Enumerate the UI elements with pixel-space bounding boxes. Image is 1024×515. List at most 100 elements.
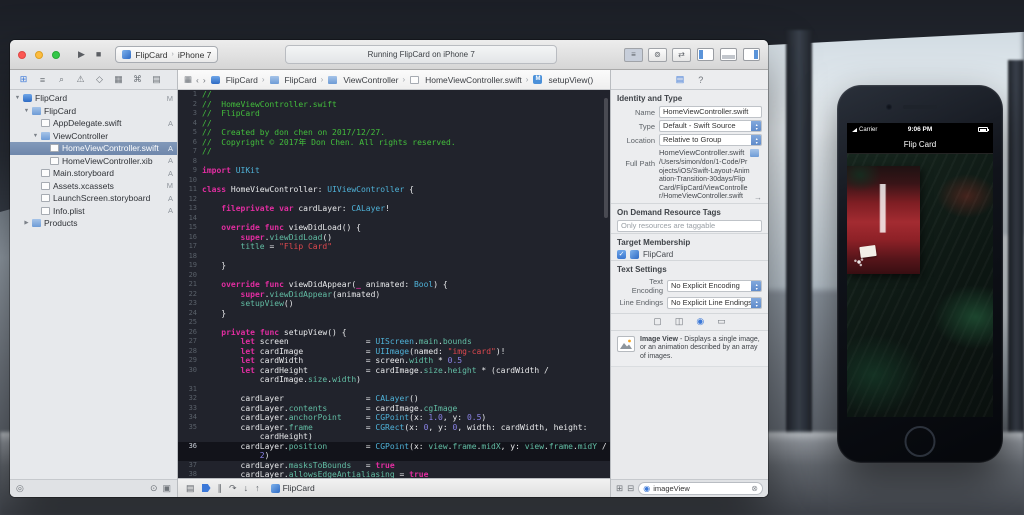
code-line[interactable]: 20	[178, 271, 610, 281]
code-line[interactable]: 9 import UIKit	[178, 166, 610, 176]
disclosure-triangle-icon[interactable]: ▶	[22, 220, 31, 226]
code-line[interactable]: 26 private func setupView() {	[178, 328, 610, 338]
navigator-row-flipcard[interactable]: ▼ FlipCard	[10, 105, 177, 118]
code-line[interactable]: 2)	[178, 451, 610, 461]
zoom-window-button[interactable]	[52, 50, 60, 59]
disclosure-triangle-icon[interactable]: ▼	[22, 108, 31, 114]
name-field[interactable]: HomeViewController.swift	[659, 106, 762, 118]
minimize-window-button[interactable]	[35, 50, 43, 59]
object-library-icon[interactable]: ◉	[696, 316, 704, 327]
jumpbar-crumb[interactable]: ViewController	[327, 75, 398, 85]
test-navigator-icon[interactable]: ◇	[90, 74, 109, 85]
debug-process-selector[interactable]: FlipCard	[270, 483, 315, 493]
code-line[interactable]: 22 super.viewDidAppear(animated)	[178, 290, 610, 300]
flip-card-image[interactable]	[847, 166, 920, 274]
code-line[interactable]: 4//	[178, 119, 610, 129]
quick-help-tab-icon[interactable]: ?	[698, 75, 703, 85]
navigator-row-viewcontroller[interactable]: ▼ ViewController	[10, 130, 177, 143]
code-line[interactable]: 19 }	[178, 261, 610, 271]
code-line[interactable]: 6// Copyright © 2017年 Don Chen. All righ…	[178, 138, 610, 148]
toggle-debug-area-button[interactable]	[720, 48, 738, 61]
pause-button-icon[interactable]: ∥	[218, 483, 223, 494]
debug-navigator-icon[interactable]: ▦	[109, 74, 128, 85]
standard-editor-button[interactable]: ≡	[624, 47, 644, 62]
code-line[interactable]: 37 cardLayer.masksToBounds = true	[178, 461, 610, 471]
issue-navigator-icon[interactable]: ⚠	[71, 74, 90, 85]
navigator-row-homeviewcontroller-swift[interactable]: HomeViewController.swift A	[10, 142, 177, 155]
code-line[interactable]: cardImage.size.width)	[178, 375, 610, 385]
version-editor-button[interactable]: ⇄	[672, 47, 692, 62]
code-line[interactable]: 1//	[178, 90, 610, 100]
jumpbar-crumb[interactable]: HomeViewController.swift	[409, 75, 522, 85]
jumpbar-crumb[interactable]: FlipCard	[269, 75, 317, 85]
code-line[interactable]: 38 cardLayer.allowsEdgeAntialiasing = tr…	[178, 470, 610, 478]
find-navigator-icon[interactable]: ⌕	[52, 74, 71, 85]
snippet-library-icon[interactable]: ◫	[675, 316, 684, 327]
code-line[interactable]: 32 cardLayer = CALayer()	[178, 394, 610, 404]
code-line[interactable]: 28 let cardImage = UIImage(named: "img-c…	[178, 347, 610, 357]
code-line[interactable]: 25	[178, 318, 610, 328]
go-back-button[interactable]: ‹	[196, 75, 199, 85]
stop-button[interactable]: ■	[93, 48, 104, 61]
code-line[interactable]: 12	[178, 195, 610, 205]
breakpoints-toggle-icon[interactable]	[201, 484, 211, 492]
navigator-row-main-storyboard[interactable]: Main.storyboard A	[10, 167, 177, 180]
code-line[interactable]: 18	[178, 252, 610, 262]
report-navigator-icon[interactable]: ▤	[147, 74, 166, 85]
editor-scrollbar[interactable]	[604, 98, 608, 218]
text-encoding-dropdown[interactable]: No Explicit Encoding	[667, 279, 762, 292]
symbol-navigator-icon[interactable]: ≡	[33, 75, 52, 85]
code-line[interactable]: 8	[178, 157, 610, 167]
code-line[interactable]: 16 super.viewDidLoad()	[178, 233, 610, 243]
code-line[interactable]: 3// FlipCard	[178, 109, 610, 119]
step-out-icon[interactable]: ↑	[255, 483, 260, 493]
hide-debug-area-icon[interactable]: ▤	[186, 483, 195, 494]
code-line[interactable]: 31	[178, 385, 610, 395]
project-navigator-icon[interactable]: ⊞	[14, 74, 33, 85]
jumpbar-crumb[interactable]: MsetupView()	[532, 75, 593, 85]
assistant-editor-button[interactable]: ⊚	[648, 47, 668, 62]
toggle-inspector-button[interactable]	[743, 48, 761, 61]
code-line[interactable]: 35 cardLayer.frame = CGRect(x: 0, y: 0, …	[178, 423, 610, 433]
clear-filter-icon[interactable]: ⊗	[751, 484, 758, 493]
list-view-icon[interactable]: ⊟	[627, 483, 634, 494]
navigator-row-info-plist[interactable]: Info.plist A	[10, 205, 177, 218]
recent-files-icon[interactable]: ⊙	[150, 483, 158, 494]
code-line[interactable]: 27 let screen = UIScreen.main.bounds	[178, 337, 610, 347]
media-library-icon[interactable]: ▭	[717, 316, 726, 327]
toggle-navigator-button[interactable]	[697, 48, 715, 61]
navigator-row-launchscreen-storyboard[interactable]: LaunchScreen.storyboard A	[10, 192, 177, 205]
jumpbar-crumb[interactable]: FlipCard	[210, 75, 258, 85]
code-line[interactable]: 17 title = "Flip Card"	[178, 242, 610, 252]
source-control-status-icon[interactable]: ▣	[162, 483, 171, 494]
code-line[interactable]: 11 class HomeViewController: UIViewContro…	[178, 185, 610, 195]
related-items-icon[interactable]: ▦	[184, 74, 192, 85]
go-forward-button[interactable]: ›	[203, 75, 206, 85]
code-line[interactable]: 33 cardLayer.contents = cardImage.cgImag…	[178, 404, 610, 414]
code-line[interactable]: 34 cardLayer.anchorPoint = CGPoint(x: 1.…	[178, 413, 610, 423]
reveal-in-finder-arrow-icon[interactable]: →	[754, 193, 762, 202]
disclosure-triangle-icon[interactable]: ▼	[13, 95, 22, 101]
run-button[interactable]: ▶	[75, 48, 88, 61]
file-inspector-tab-icon[interactable]: ▤	[676, 74, 685, 85]
scheme-selector[interactable]: FlipCard › iPhone 7	[115, 46, 219, 63]
type-dropdown[interactable]: Default - Swift Source	[659, 120, 762, 132]
code-line[interactable]: 5// Created by don chen on 2017/12/27.	[178, 128, 610, 138]
file-template-library-icon[interactable]: ▢	[653, 316, 662, 327]
choose-location-folder-icon[interactable]	[750, 148, 759, 157]
code-line[interactable]: 13 fileprivate var cardLayer: CALayer!	[178, 204, 610, 214]
grid-view-icon[interactable]: ⊞	[616, 483, 623, 494]
step-into-icon[interactable]: ↓	[244, 483, 249, 493]
code-line[interactable]: 24 }	[178, 309, 610, 319]
code-line[interactable]: 15 override func viewDidLoad() {	[178, 223, 610, 233]
step-over-icon[interactable]: ↷	[229, 483, 237, 494]
code-line[interactable]: 2// HomeViewController.swift	[178, 100, 610, 110]
code-area[interactable]: 1//2// HomeViewController.swift 3// FlipC…	[178, 90, 610, 478]
navigator-row-appdelegate-swift[interactable]: AppDelegate.swift A	[10, 117, 177, 130]
library-filter-input[interactable]: ◉ imageView ⊗	[638, 482, 763, 495]
code-line[interactable]: cardHeight)	[178, 432, 610, 442]
code-line[interactable]: 29 let cardWidth = screen.width * 0.5	[178, 356, 610, 366]
code-line[interactable]: 10	[178, 176, 610, 186]
code-line[interactable]: 21 override func viewDidAppear(_ animate…	[178, 280, 610, 290]
line-endings-dropdown[interactable]: No Explicit Line Endings	[667, 296, 762, 309]
